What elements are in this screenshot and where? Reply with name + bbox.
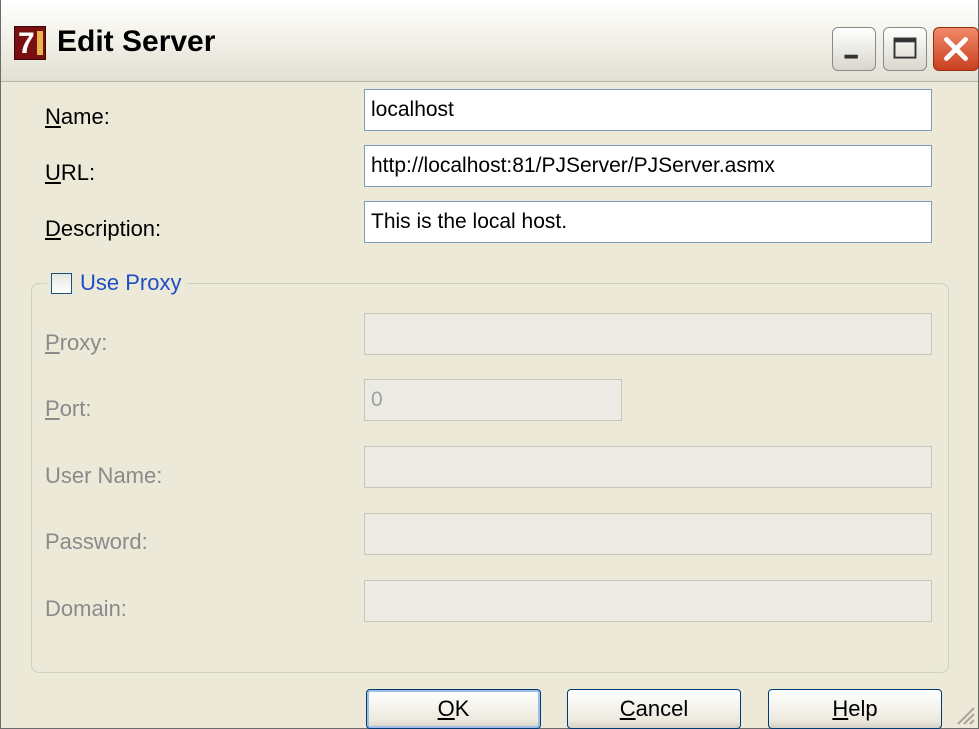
close-button[interactable] [933, 27, 979, 71]
maximize-icon [893, 37, 917, 59]
use-proxy-toggle[interactable]: Use Proxy [47, 270, 188, 298]
name-label: Name: [45, 104, 110, 129]
use-proxy-checkbox[interactable] [51, 272, 72, 294]
close-icon [944, 37, 968, 61]
url-label: URL: [45, 160, 96, 185]
cancel-button[interactable]: Cancel [567, 689, 741, 729]
ok-button[interactable]: OK [366, 689, 541, 729]
use-proxy-label: Use Proxy [80, 270, 182, 295]
name-input[interactable]: localhost [364, 89, 932, 131]
description-input[interactable]: This is the local host. [364, 201, 932, 243]
port-label: Port: [45, 396, 92, 421]
edit-server-dialog: 7 Edit Server Name: localhost URL: http:… [0, 0, 979, 729]
url-input[interactable]: http://localhost:81/PJServer/PJServer.as… [364, 145, 932, 187]
maximize-button[interactable] [883, 27, 927, 71]
resize-grip-icon[interactable] [952, 702, 976, 726]
user-name-input[interactable] [364, 446, 932, 488]
user-name-label: User Name: [45, 463, 163, 488]
proxy-input[interactable] [364, 313, 932, 355]
domain-label: Domain: [45, 596, 127, 621]
proxy-label: Proxy: [45, 330, 108, 355]
window-title: Edit Server [57, 25, 216, 58]
help-button[interactable]: Help [768, 689, 942, 729]
port-input[interactable]: 0 [364, 379, 622, 421]
password-label: Password: [45, 529, 148, 554]
description-label: Description: [45, 216, 162, 241]
title-bar[interactable]: 7 Edit Server [1, 0, 979, 82]
domain-input[interactable] [364, 580, 932, 622]
minimize-button[interactable] [832, 27, 876, 71]
password-input[interactable] [364, 513, 932, 555]
minimize-icon [844, 54, 858, 59]
app-icon: 7 [14, 26, 46, 60]
